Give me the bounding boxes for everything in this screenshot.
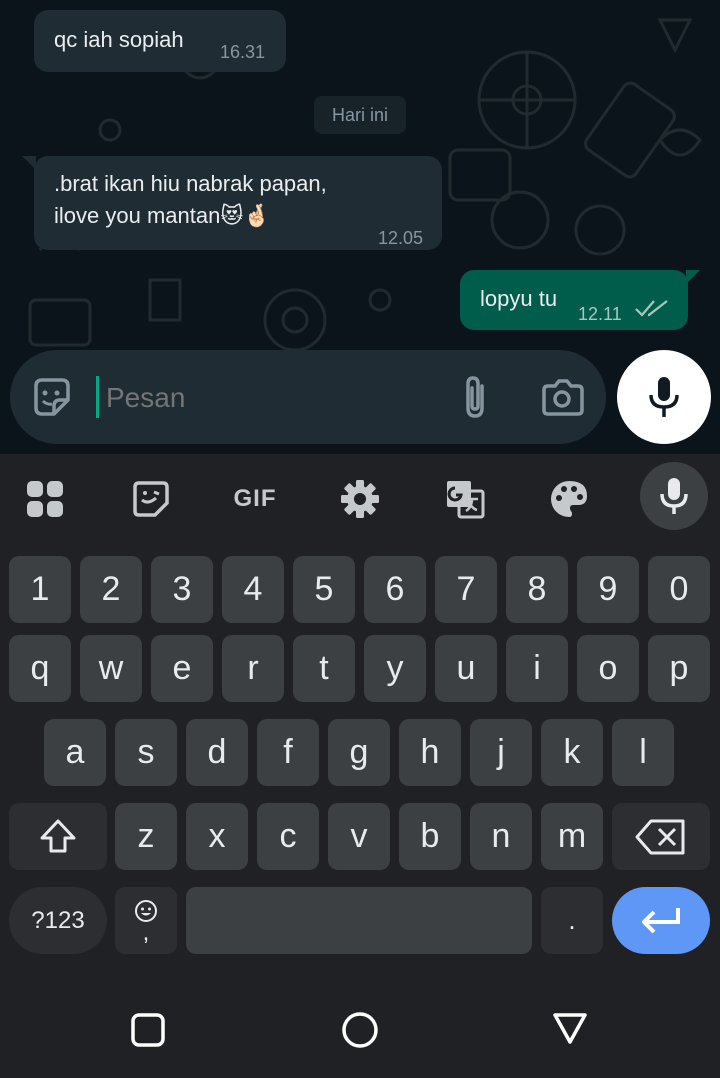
message-time: 12.05: [378, 228, 424, 248]
key-x[interactable]: x: [186, 803, 248, 870]
sticker-icon[interactable]: [126, 474, 176, 524]
settings-gear-icon[interactable]: [335, 474, 385, 524]
sticker-emoji-icon[interactable]: [30, 376, 74, 420]
recents-square-icon[interactable]: [130, 1012, 166, 1048]
key-w[interactable]: w: [80, 635, 142, 702]
message-time: 12.11: [578, 304, 622, 324]
voice-record-button[interactable]: [617, 350, 711, 444]
system-nav-bar: [0, 988, 720, 1078]
apps-grid-icon[interactable]: [20, 474, 70, 524]
incoming-message-1[interactable]: qc iah sopiah 16.31: [34, 10, 286, 72]
key-2[interactable]: 2: [80, 556, 142, 623]
key-l[interactable]: l: [612, 719, 674, 786]
message-text: qc iah sopiah: [54, 27, 184, 52]
attach-paperclip-icon[interactable]: [454, 374, 498, 422]
enter-key[interactable]: [612, 887, 710, 954]
soft-keyboard: GIF 1 2 3 4 5 6 7 8 9 0 q w e r t y u i …: [0, 454, 720, 988]
gif-icon[interactable]: GIF: [230, 474, 280, 524]
period-key[interactable]: .: [541, 887, 603, 954]
key-m[interactable]: m: [541, 803, 603, 870]
palette-icon[interactable]: [544, 474, 594, 524]
camera-icon[interactable]: [540, 376, 584, 420]
key-8[interactable]: 8: [506, 556, 568, 623]
text-cursor: [96, 376, 99, 418]
key-0[interactable]: 0: [648, 556, 710, 623]
voice-mic-icon[interactable]: [640, 462, 708, 530]
chat-area[interactable]: qc iah sopiah 16.31 Hari ini .brat ikan …: [0, 0, 720, 454]
symbols-key[interactable]: ?123: [9, 887, 107, 954]
key-s[interactable]: s: [115, 719, 177, 786]
key-h[interactable]: h: [399, 719, 461, 786]
enter-return-icon: [642, 907, 680, 933]
emoji-comma-key[interactable]: ,: [115, 887, 177, 954]
message-input[interactable]: [106, 370, 436, 426]
key-u[interactable]: u: [435, 635, 497, 702]
key-6[interactable]: 6: [364, 556, 426, 623]
key-a[interactable]: a: [44, 719, 106, 786]
space-key[interactable]: [186, 887, 532, 954]
key-e[interactable]: e: [151, 635, 213, 702]
symbols-label: ?123: [31, 906, 85, 934]
backspace-key[interactable]: [612, 803, 710, 870]
key-f[interactable]: f: [257, 719, 319, 786]
key-4[interactable]: 4: [222, 556, 284, 623]
key-1[interactable]: 1: [9, 556, 71, 623]
key-r[interactable]: r: [222, 635, 284, 702]
key-v[interactable]: v: [328, 803, 390, 870]
key-i[interactable]: i: [506, 635, 568, 702]
key-5[interactable]: 5: [293, 556, 355, 623]
key-d[interactable]: d: [186, 719, 248, 786]
shift-arrow-icon: [40, 819, 76, 852]
key-z[interactable]: z: [115, 803, 177, 870]
key-y[interactable]: y: [364, 635, 426, 702]
date-separator: Hari ini: [314, 96, 406, 134]
key-n[interactable]: n: [470, 803, 532, 870]
comma-label: ,: [142, 918, 150, 946]
key-g[interactable]: g: [328, 719, 390, 786]
key-7[interactable]: 7: [435, 556, 497, 623]
key-k[interactable]: k: [541, 719, 603, 786]
key-c[interactable]: c: [257, 803, 319, 870]
backspace-icon: [635, 819, 685, 854]
key-q[interactable]: q: [9, 635, 71, 702]
message-composer[interactable]: [10, 350, 606, 444]
translate-icon[interactable]: [440, 474, 490, 524]
incoming-message-2[interactable]: .brat ikan hiu nabrak papan, ilove you m…: [34, 156, 442, 250]
message-text-line-2: ilove you mantan😻🤞🏻: [54, 203, 271, 228]
key-o[interactable]: o: [577, 635, 639, 702]
key-j[interactable]: j: [470, 719, 532, 786]
key-p[interactable]: p: [648, 635, 710, 702]
bubble-tail: [686, 270, 700, 284]
home-circle-icon[interactable]: [340, 1010, 380, 1050]
message-text-line-1: .brat ikan hiu nabrak papan,: [54, 171, 327, 196]
message-text: lopyu tu: [480, 286, 558, 311]
key-3[interactable]: 3: [151, 556, 213, 623]
key-t[interactable]: t: [293, 635, 355, 702]
mic-icon: [649, 377, 679, 417]
back-triangle-icon[interactable]: [552, 1010, 588, 1046]
message-time: 16.31: [220, 42, 266, 62]
outgoing-message-1[interactable]: lopyu tu 12.11: [460, 270, 688, 330]
key-9[interactable]: 9: [577, 556, 639, 623]
key-b[interactable]: b: [399, 803, 461, 870]
shift-key[interactable]: [9, 803, 107, 870]
gif-label: GIF: [233, 485, 277, 512]
read-double-check-icon: [635, 300, 668, 317]
